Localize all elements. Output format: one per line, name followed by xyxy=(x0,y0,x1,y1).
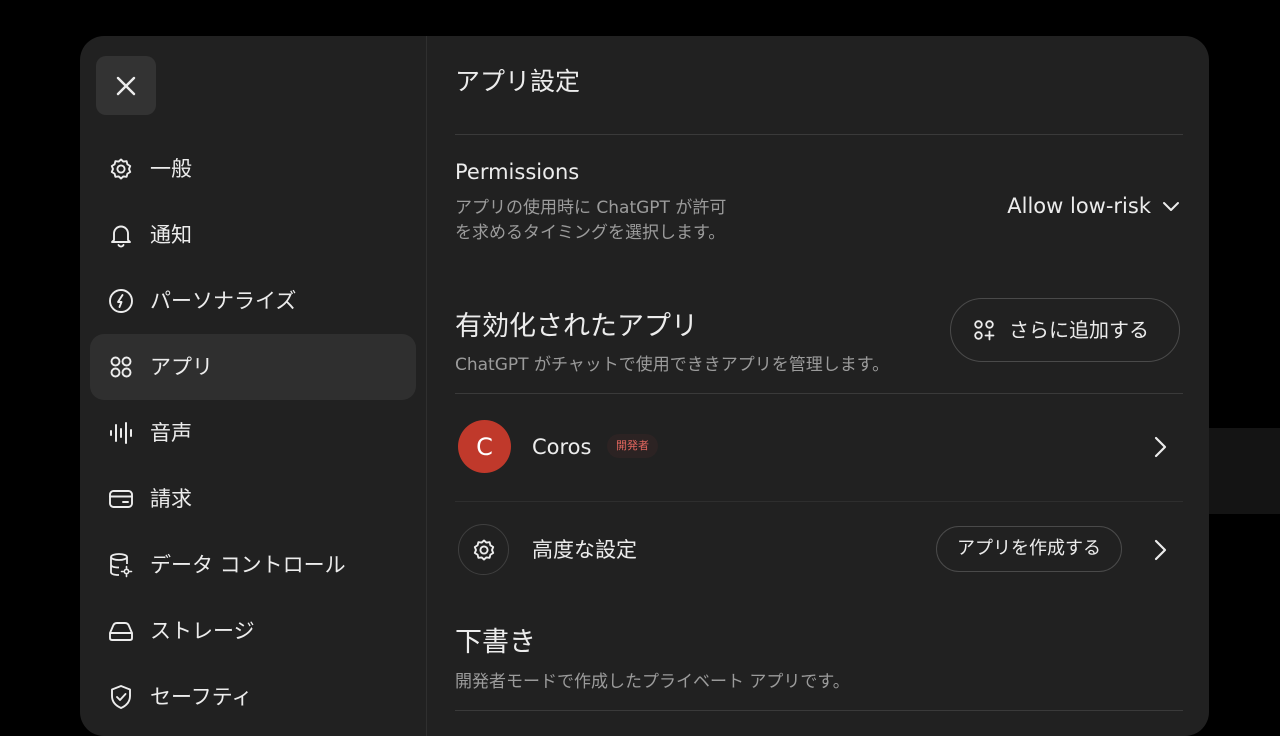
sidebar-item-apps[interactable]: アプリ xyxy=(90,334,416,400)
create-app-button[interactable]: アプリを作成する xyxy=(936,526,1122,572)
sidebar-item-label: 請求 xyxy=(150,487,192,511)
settings-sidebar: 一般 通知 パーソナライズ アプリ 音声 請求 データ コントロール ストレージ… xyxy=(80,36,427,736)
permissions-description-line: を求めるタイミングを選択します。 xyxy=(455,223,726,243)
chevron-down-icon xyxy=(1163,202,1179,211)
add-more-apps-button[interactable]: さらに追加する xyxy=(950,298,1180,362)
page-title: アプリ設定 xyxy=(455,67,581,96)
advanced-settings-row[interactable]: 高度な設定 アプリを作成する xyxy=(455,502,1183,602)
drafts-title: 下書き xyxy=(455,627,536,658)
avatar: C xyxy=(458,420,511,473)
sidebar-item-label: 通知 xyxy=(150,223,192,247)
divider xyxy=(455,710,1183,711)
sidebar-item-general[interactable]: 一般 xyxy=(90,136,416,202)
permissions-dropdown[interactable]: Allow low-risk xyxy=(1007,188,1183,224)
sidebar-item-label: アプリ xyxy=(150,355,213,379)
drafts-description: 開発者モードで作成したプライベート アプリです。 xyxy=(455,672,850,692)
gear-icon xyxy=(107,155,135,183)
sidebar-item-label: セーフティ xyxy=(150,685,253,709)
backdrop-panel-edge xyxy=(1200,428,1280,514)
sidebar-item-label: パーソナライズ xyxy=(150,289,297,313)
bell-icon xyxy=(107,221,135,249)
app-row-coros[interactable]: C Coros 開発者 xyxy=(455,394,1183,494)
close-icon xyxy=(116,76,136,95)
sidebar-item-label: 一般 xyxy=(150,157,192,181)
personalize-icon xyxy=(107,287,135,315)
chevron-right-icon xyxy=(1154,539,1167,561)
settings-modal: 一般 通知 パーソナライズ アプリ 音声 請求 データ コントロール ストレージ… xyxy=(80,36,1209,736)
credit-card-icon xyxy=(107,485,135,513)
close-button[interactable] xyxy=(96,56,156,115)
storage-icon xyxy=(107,617,135,645)
app-name: Coros xyxy=(532,435,592,459)
advanced-settings-badge xyxy=(458,524,509,575)
sidebar-item-label: 音声 xyxy=(150,421,192,445)
settings-content: アプリ設定 Permissions アプリの使用時に ChatGPT が許可 を… xyxy=(455,36,1183,736)
permissions-description-line: アプリの使用時に ChatGPT が許可 xyxy=(455,198,727,218)
enabled-apps-title: 有効化されたアプリ xyxy=(455,311,698,342)
sidebar-item-storage[interactable]: ストレージ xyxy=(90,598,416,664)
sidebar-item-safety[interactable]: セーフティ xyxy=(90,664,416,730)
permissions-title: Permissions xyxy=(455,160,580,184)
permissions-description: アプリの使用時に ChatGPT が許可 を求めるタイミングを選択します。 xyxy=(455,196,775,246)
sidebar-item-label: ストレージ xyxy=(150,619,255,643)
sidebar-item-data-controls[interactable]: データ コントロール xyxy=(90,532,416,598)
sidebar-item-voice[interactable]: 音声 xyxy=(90,400,416,466)
database-gear-icon xyxy=(107,551,135,579)
gear-icon xyxy=(473,539,494,560)
sidebar-item-notifications[interactable]: 通知 xyxy=(90,202,416,268)
shield-check-icon xyxy=(107,683,135,711)
sidebar-item-personalize[interactable]: パーソナライズ xyxy=(90,268,416,334)
voice-waveform-icon xyxy=(107,419,135,447)
enabled-apps-description: ChatGPT がチャットで使用でききアプリを管理します。 xyxy=(455,355,890,375)
advanced-settings-label: 高度な設定 xyxy=(532,538,637,562)
apps-add-icon xyxy=(974,320,995,341)
chevron-right-icon xyxy=(1154,436,1167,458)
sidebar-item-label: データ コントロール xyxy=(150,553,346,577)
sidebar-item-billing[interactable]: 請求 xyxy=(90,466,416,532)
apps-grid-icon xyxy=(107,353,135,381)
add-more-label: さらに追加する xyxy=(1009,318,1149,342)
permissions-selected-value: Allow low-risk xyxy=(1007,194,1151,218)
divider xyxy=(455,134,1183,135)
developer-badge: 開発者 xyxy=(607,434,658,458)
